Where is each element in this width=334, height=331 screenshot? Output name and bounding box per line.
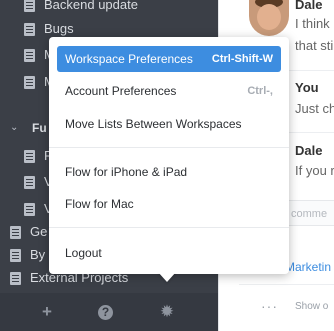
menu-item-label: Flow for iPhone & iPad xyxy=(65,165,188,179)
sidebar-footer: + ? ✹ xyxy=(0,293,218,331)
settings-menu: Workspace Preferences Ctrl-Shift-W Accou… xyxy=(49,37,289,274)
menu-item-shortcut: Ctrl-Shift-W xyxy=(211,53,273,65)
menu-pointer xyxy=(158,272,176,282)
comment-author: Dale xyxy=(295,0,323,12)
menu-item-logout[interactable]: Logout xyxy=(57,240,281,266)
menu-item-flow-mac[interactable]: Flow for Mac xyxy=(57,191,281,217)
sidebar-item-label: By xyxy=(30,247,46,262)
menu-divider xyxy=(49,147,289,148)
help-icon[interactable]: ? xyxy=(98,305,113,320)
comment-text: If you r xyxy=(295,163,334,178)
comment-text: Just ch xyxy=(295,101,334,116)
comment-author: You xyxy=(295,80,319,95)
menu-item-label: Account Preferences xyxy=(65,84,177,98)
document-icon xyxy=(24,49,35,62)
menu-item-account-preferences[interactable]: Account Preferences Ctrl-, xyxy=(57,78,281,104)
menu-item-workspace-preferences[interactable]: Workspace Preferences Ctrl-Shift-W xyxy=(57,46,281,72)
document-icon xyxy=(24,203,35,216)
more-icon[interactable]: ··· xyxy=(261,298,278,314)
settings-gear-icon[interactable]: ✹ xyxy=(158,303,176,321)
menu-item-label: Logout xyxy=(65,246,102,260)
menu-divider xyxy=(49,227,289,228)
document-icon xyxy=(10,249,21,262)
sidebar-item-label: Bugs xyxy=(44,21,74,36)
menu-item-label: Workspace Preferences xyxy=(65,52,193,66)
document-icon xyxy=(10,226,21,239)
menu-item-shortcut: Ctrl-, xyxy=(247,85,273,97)
comment-text: I think xyxy=(295,16,330,31)
menu-item-label: Flow for Mac xyxy=(65,197,134,211)
menu-item-move-lists[interactable]: Move Lists Between Workspaces xyxy=(57,111,281,137)
comment-input[interactable]: comme xyxy=(285,200,334,226)
comment-text: that sti xyxy=(295,38,334,53)
sidebar-item-label: Backend update xyxy=(44,0,138,12)
sidebar-group-label: Fu xyxy=(32,121,47,135)
show-older-link[interactable]: Show o xyxy=(295,301,328,312)
add-icon[interactable]: + xyxy=(38,303,56,321)
sidebar-item-bugs[interactable]: Bugs xyxy=(0,19,218,39)
document-icon xyxy=(10,272,21,285)
document-icon xyxy=(24,76,35,89)
document-icon xyxy=(24,150,35,163)
divider xyxy=(239,284,334,285)
menu-item-flow-iphone-ipad[interactable]: Flow for iPhone & iPad xyxy=(57,159,281,185)
sidebar-item-label: Ge xyxy=(30,224,48,239)
document-icon xyxy=(24,0,35,12)
comment-author: Dale xyxy=(295,143,323,158)
document-icon xyxy=(24,23,35,36)
sidebar-item-backend-update[interactable]: Backend update xyxy=(0,0,218,15)
avatar xyxy=(249,0,289,36)
chevron-down-icon[interactable]: ⌄ xyxy=(10,118,18,138)
menu-item-label: Move Lists Between Workspaces xyxy=(65,117,242,131)
document-icon xyxy=(24,176,35,189)
list-link[interactable]: Marketin xyxy=(285,260,331,274)
